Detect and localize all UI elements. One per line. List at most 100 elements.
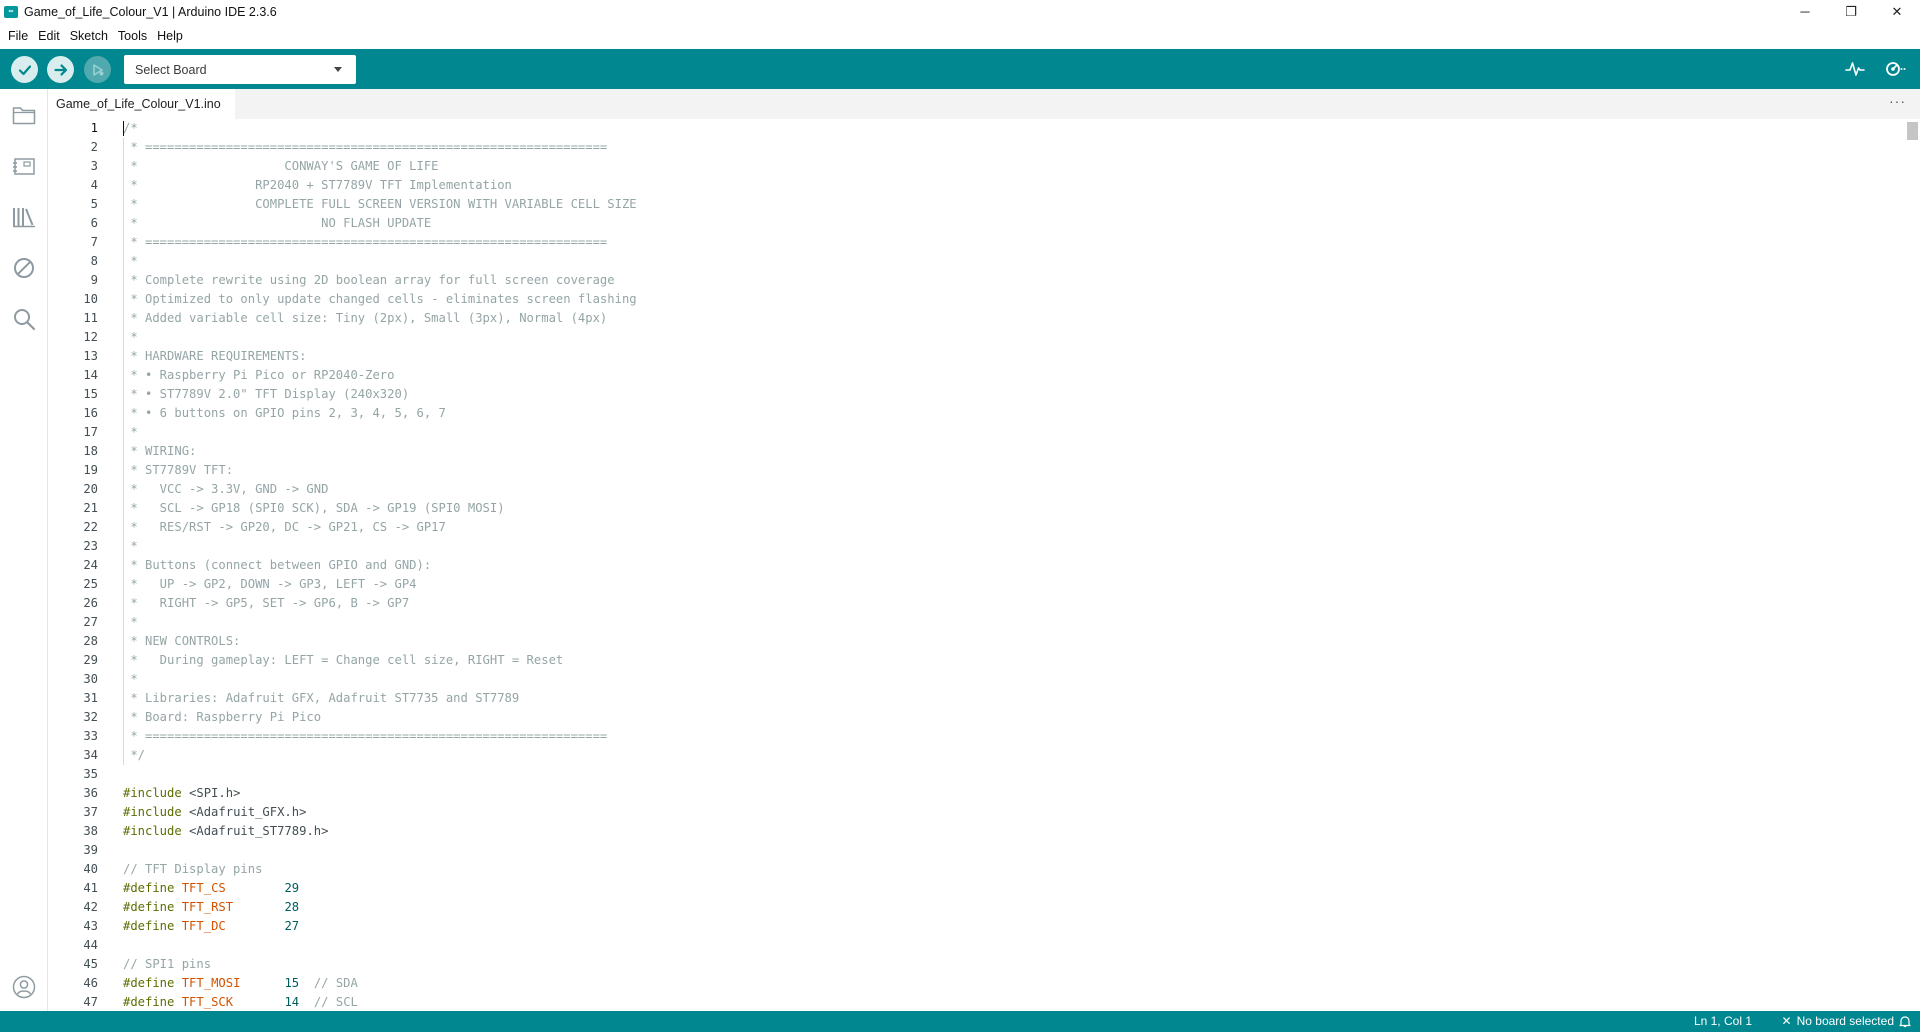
line-number: 42 xyxy=(83,900,98,914)
upload-button[interactable] xyxy=(47,56,74,83)
sketchbook-button[interactable] xyxy=(11,102,37,128)
code-token-macro: TFT_SCK xyxy=(181,995,234,1009)
vertical-scrollbar[interactable] xyxy=(1906,119,1920,1011)
code-token-directive: #define xyxy=(123,900,175,914)
line-number: 13 xyxy=(83,349,98,363)
scrollbar-thumb[interactable] xyxy=(1907,122,1918,140)
title-bar: ∞ Game_of_Life_Colour_V1 | Arduino IDE 2… xyxy=(0,0,1920,23)
line-number: 29 xyxy=(83,653,98,667)
code-line: * NEW CONTROLS: xyxy=(123,632,1883,651)
code-token-comment: * Board: Raspberry Pi Pico xyxy=(123,710,322,724)
line-number-gutter: 1 2 3 4 5 6 7 8 9 10 11 12 13 14 15 16 17 18 19 20 21 22 23 24 2… xyxy=(48,119,98,1011)
line-number: 23 xyxy=(83,539,98,553)
editor-tab-bar: Game_of_Life_Colour_V1.ino ··· xyxy=(48,89,1920,119)
code-editor[interactable]: 1 2 3 4 5 6 7 8 9 10 11 12 13 14 15 16 17 18 19 20 21 22 23 24 2… xyxy=(48,119,1920,1011)
line-number: 30 xyxy=(83,672,98,686)
code-token-comment: /* xyxy=(123,121,138,135)
code-line: * RIGHT -> GP5, SET -> GP6, B -> GP7 xyxy=(123,594,1883,613)
chevron-down-icon xyxy=(334,67,342,72)
code-line: #define TFT_RST 28 xyxy=(123,898,1883,917)
notifications-button[interactable] xyxy=(1898,1014,1912,1029)
board-manager-icon xyxy=(13,158,35,175)
code-token-plain: <Adafruit_ST7789.h> xyxy=(181,824,329,838)
line-number: 28 xyxy=(83,634,98,648)
menu-file[interactable]: File xyxy=(3,23,33,49)
code-token-comment: * HARDWARE REQUIREMENTS: xyxy=(123,349,307,363)
profile-button[interactable] xyxy=(11,974,37,1000)
search-icon xyxy=(14,309,36,331)
line-number: 24 xyxy=(83,558,98,572)
library-manager-icon xyxy=(13,208,35,228)
line-number: 38 xyxy=(83,824,98,838)
close-button[interactable]: ✕ xyxy=(1874,0,1920,23)
line-number: 43 xyxy=(83,919,98,933)
line-number: 12 xyxy=(83,330,98,344)
board-status-label: No board selected xyxy=(1796,1014,1894,1028)
code-line: * During gameplay: LEFT = Change cell si… xyxy=(123,651,1883,670)
code-token-number: 14 xyxy=(284,995,300,1009)
window-controls: ─ ❐ ✕ xyxy=(1782,0,1920,23)
menu-help[interactable]: Help xyxy=(152,23,188,49)
board-status[interactable]: ✕ No board selected xyxy=(1782,1011,1894,1032)
debug-button[interactable] xyxy=(84,56,111,83)
line-number: 1 xyxy=(90,121,98,135)
code-token-comment: * xyxy=(123,254,138,268)
debugger-button[interactable] xyxy=(11,255,37,281)
line-number: 33 xyxy=(83,729,98,743)
folder-icon xyxy=(12,107,36,125)
line-number: 5 xyxy=(90,197,98,211)
code-line: #define TFT_MOSI 15 // SDA xyxy=(123,974,1883,993)
code-token-comment: * COMPLETE FULL SCREEN VERSION WITH VARI… xyxy=(123,197,637,211)
code-area[interactable]: /* * ===================================… xyxy=(123,119,1883,1011)
cursor-position[interactable]: Ln 1, Col 1 xyxy=(1694,1011,1752,1032)
code-token-directive: #include xyxy=(123,824,182,838)
window-title: Game_of_Life_Colour_V1 | Arduino IDE 2.3… xyxy=(24,4,277,19)
line-number: 18 xyxy=(83,444,98,458)
boards-manager-button[interactable] xyxy=(11,153,37,179)
code-token-comment: * ======================================… xyxy=(123,140,608,154)
line-number: 7 xyxy=(90,235,98,249)
code-token-comment: * xyxy=(123,425,138,439)
line-number: 22 xyxy=(83,520,98,534)
serial-monitor-button[interactable] xyxy=(1882,57,1908,81)
line-number: 19 xyxy=(83,463,98,477)
verify-icon xyxy=(18,64,31,75)
code-token-comment: * Optimized to only update changed cells… xyxy=(123,292,637,306)
code-token-plain: <SPI.h> xyxy=(181,786,241,800)
menu-sketch[interactable]: Sketch xyxy=(65,23,113,49)
code-line: * NO FLASH UPDATE xyxy=(123,214,1883,233)
code-token-comment: * Added variable cell size: Tiny (2px), … xyxy=(123,311,608,325)
serial-plotter-button[interactable] xyxy=(1842,57,1868,81)
search-button[interactable] xyxy=(11,306,37,332)
code-line: #define TFT_SCK 14 // SCL xyxy=(123,993,1883,1011)
code-token-macro: TFT_MOSI xyxy=(181,976,241,990)
line-number: 46 xyxy=(83,976,98,990)
tab-sketch-file[interactable]: Game_of_Life_Colour_V1.ino xyxy=(48,89,235,119)
maximize-button[interactable]: ❐ xyxy=(1828,0,1874,23)
debug-icon xyxy=(92,63,103,76)
code-token-directive: #include xyxy=(123,786,182,800)
code-token-comment: */ xyxy=(123,748,146,762)
verify-button[interactable] xyxy=(11,56,38,83)
line-number: 40 xyxy=(83,862,98,876)
library-manager-button[interactable] xyxy=(11,204,37,230)
line-number: 11 xyxy=(83,311,98,325)
more-tabs-icon[interactable]: ··· xyxy=(1889,93,1906,109)
minimize-button[interactable]: ─ xyxy=(1782,0,1828,23)
code-token-comment: * ======================================… xyxy=(123,729,608,743)
code-line: * VCC -> 3.3V, GND -> GND xyxy=(123,480,1883,499)
code-line: * xyxy=(123,670,1883,689)
code-token-comment: // TFT Display pins xyxy=(123,862,263,876)
menu-edit[interactable]: Edit xyxy=(33,23,65,49)
code-line: * Libraries: Adafruit GFX, Adafruit ST77… xyxy=(123,689,1883,708)
serial-monitor-icon xyxy=(1886,62,1906,76)
board-selector[interactable]: Select Board xyxy=(124,55,356,84)
line-number: 37 xyxy=(83,805,98,819)
line-number: 4 xyxy=(90,178,98,192)
menu-tools[interactable]: Tools xyxy=(113,23,152,49)
